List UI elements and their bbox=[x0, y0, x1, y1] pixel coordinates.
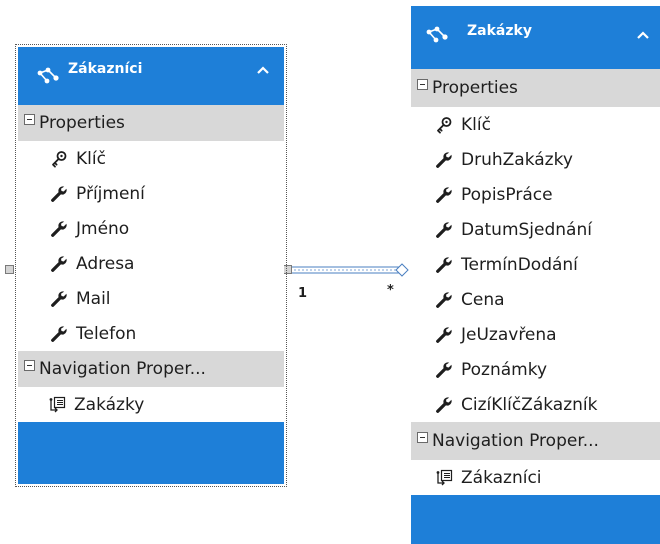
property-name: DruhZakázky bbox=[461, 149, 573, 170]
entity-header[interactable]: Zakázky bbox=[411, 6, 660, 69]
property-name: PopisPráce bbox=[461, 184, 553, 205]
wrench-icon bbox=[435, 396, 453, 414]
entity-title: Zakázky bbox=[467, 23, 532, 39]
entity-zakazky[interactable]: Zakázky Properties Klíč DruhZakázky Popi… bbox=[411, 6, 660, 544]
navigation-property-icon bbox=[435, 469, 453, 487]
property-item[interactable]: PopisPráce bbox=[411, 177, 660, 212]
property-item[interactable]: Adresa bbox=[18, 246, 284, 281]
property-name: Příjmení bbox=[76, 183, 145, 204]
navigation-section-header[interactable]: Navigation Proper... bbox=[18, 351, 284, 387]
navigation-property-icon bbox=[48, 396, 66, 414]
entity-header[interactable]: Zákazníci bbox=[18, 47, 284, 105]
entity-type-icon bbox=[37, 67, 59, 84]
property-name: Adresa bbox=[76, 253, 135, 274]
property-name: JeUzavřena bbox=[461, 324, 557, 345]
section-label: Properties bbox=[39, 113, 125, 133]
property-item[interactable]: Jméno bbox=[18, 211, 284, 246]
property-item[interactable]: DruhZakázky bbox=[411, 142, 660, 177]
property-item[interactable]: Klíč bbox=[18, 141, 284, 176]
chevron-up-icon[interactable] bbox=[256, 65, 270, 75]
section-label: Navigation Proper... bbox=[432, 431, 599, 451]
property-item[interactable]: Mail bbox=[18, 281, 284, 316]
multiplicity-one: 1 bbox=[298, 286, 308, 301]
section-label: Properties bbox=[432, 78, 518, 98]
wrench-icon bbox=[435, 221, 453, 239]
navigation-property-item[interactable]: Zákazníci bbox=[411, 460, 660, 495]
wrench-icon bbox=[435, 151, 453, 169]
property-name: TermínDodání bbox=[461, 254, 578, 275]
property-name: Poznámky bbox=[461, 359, 548, 380]
wrench-icon bbox=[50, 290, 68, 308]
wrench-icon bbox=[435, 291, 453, 309]
wrench-icon bbox=[50, 325, 68, 343]
wrench-icon bbox=[50, 255, 68, 273]
property-item[interactable]: Klíč bbox=[411, 107, 660, 142]
property-name: Zakázky bbox=[74, 394, 145, 415]
property-name: DatumSjednání bbox=[461, 219, 592, 240]
entity-zakaznici[interactable]: Zákazníci Properties Klíč Příjmení Jméno… bbox=[15, 44, 287, 487]
entity-type-icon bbox=[426, 26, 448, 43]
property-item[interactable]: Příjmení bbox=[18, 176, 284, 211]
key-icon bbox=[435, 116, 453, 134]
property-name: Telefon bbox=[76, 323, 137, 344]
property-name: Jméno bbox=[76, 218, 130, 239]
property-name: Cena bbox=[461, 289, 505, 310]
connection-handle-right[interactable] bbox=[283, 265, 292, 274]
property-name: Zákazníci bbox=[461, 467, 542, 488]
property-item[interactable]: Cena bbox=[411, 282, 660, 317]
multiplicity-many: * bbox=[387, 283, 394, 298]
property-name: Klíč bbox=[76, 148, 106, 169]
property-name: CizíKlíčZákazník bbox=[461, 394, 598, 415]
wrench-icon bbox=[50, 220, 68, 238]
wrench-icon bbox=[435, 361, 453, 379]
property-item[interactable]: CizíKlíčZákazník bbox=[411, 387, 660, 422]
wrench-icon bbox=[435, 256, 453, 274]
property-name: Klíč bbox=[461, 114, 491, 135]
wrench-icon bbox=[435, 186, 453, 204]
property-item[interactable]: DatumSjednání bbox=[411, 212, 660, 247]
collapse-toggle-icon[interactable] bbox=[417, 431, 428, 443]
navigation-property-item[interactable]: Zakázky bbox=[18, 387, 284, 422]
properties-section-header[interactable]: Properties bbox=[18, 105, 284, 141]
properties-section-header[interactable]: Properties bbox=[411, 69, 660, 107]
connection-handle-left[interactable] bbox=[5, 265, 14, 274]
navigation-section-header[interactable]: Navigation Proper... bbox=[411, 422, 660, 460]
collapse-toggle-icon[interactable] bbox=[417, 78, 428, 90]
section-label: Navigation Proper... bbox=[39, 359, 206, 379]
collapse-toggle-icon[interactable] bbox=[24, 113, 35, 125]
property-item[interactable]: JeUzavřena bbox=[411, 317, 660, 352]
collapse-toggle-icon[interactable] bbox=[24, 359, 35, 371]
entity-title: Zákazníci bbox=[68, 61, 143, 77]
wrench-icon bbox=[50, 185, 68, 203]
property-item[interactable]: Poznámky bbox=[411, 352, 660, 387]
chevron-up-icon[interactable] bbox=[636, 30, 650, 40]
key-icon bbox=[50, 150, 68, 168]
property-name: Mail bbox=[76, 288, 111, 309]
property-item[interactable]: Telefon bbox=[18, 316, 284, 351]
property-item[interactable]: TermínDodání bbox=[411, 247, 660, 282]
association-end-diamond bbox=[395, 263, 409, 277]
wrench-icon bbox=[435, 326, 453, 344]
